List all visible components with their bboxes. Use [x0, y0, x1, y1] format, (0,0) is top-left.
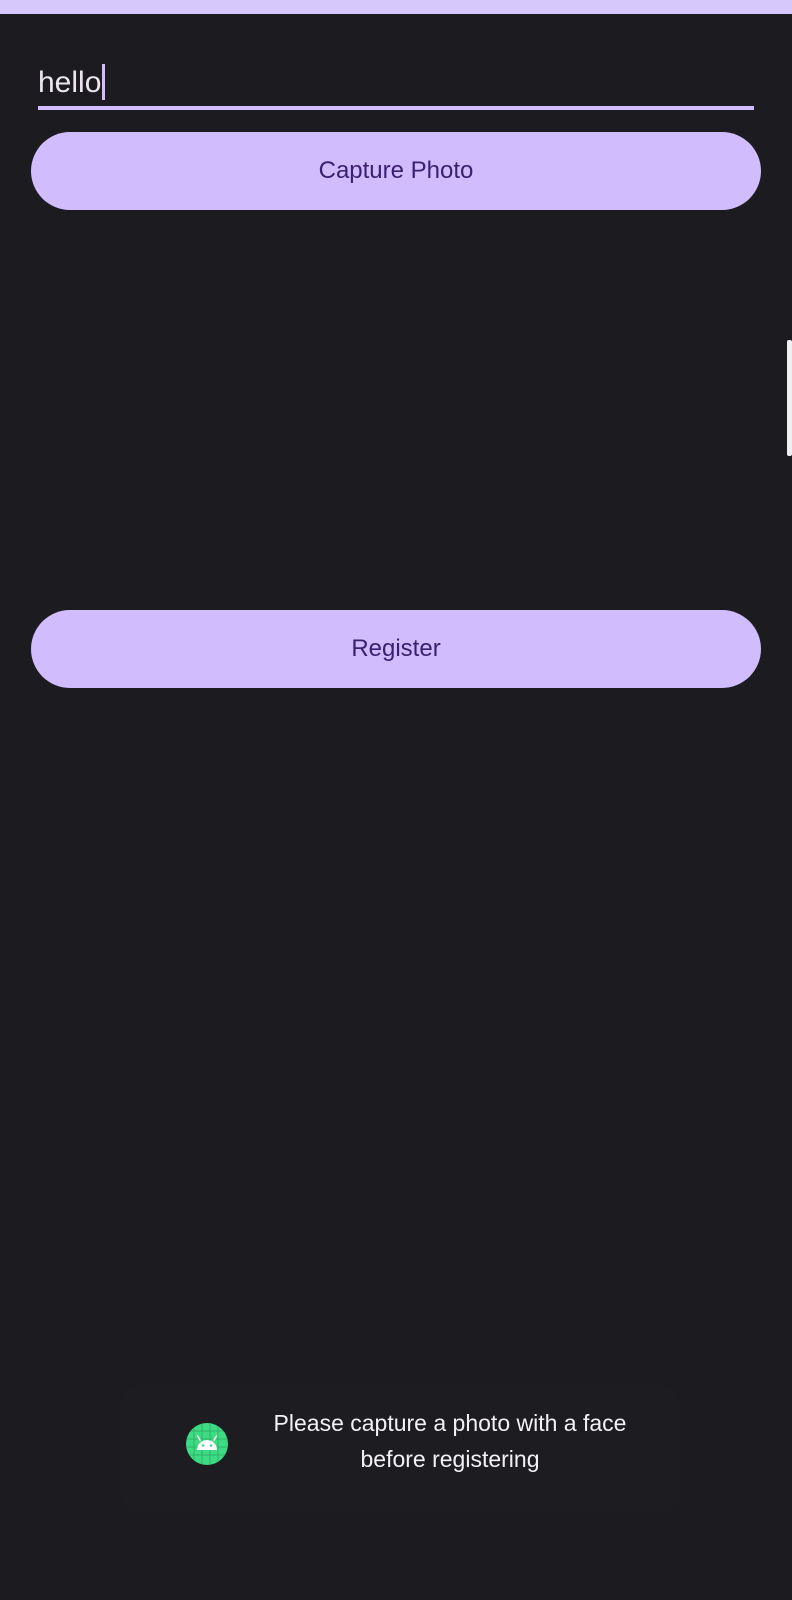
- android-icon: [186, 1423, 228, 1465]
- name-input-value[interactable]: hello: [38, 64, 106, 100]
- input-underline: [38, 106, 754, 110]
- register-button[interactable]: Register: [31, 610, 761, 688]
- name-input-text: hello: [38, 66, 102, 99]
- status-bar: [0, 0, 792, 14]
- toast-notification: Please capture a photo with a face befor…: [120, 1385, 680, 1513]
- edge-scroll-indicator[interactable]: [787, 340, 792, 456]
- text-cursor: [102, 64, 106, 100]
- capture-photo-button[interactable]: Capture Photo: [31, 132, 761, 210]
- toast-message: Please capture a photo with a face befor…: [273, 1410, 627, 1472]
- name-input[interactable]: hello: [38, 58, 754, 110]
